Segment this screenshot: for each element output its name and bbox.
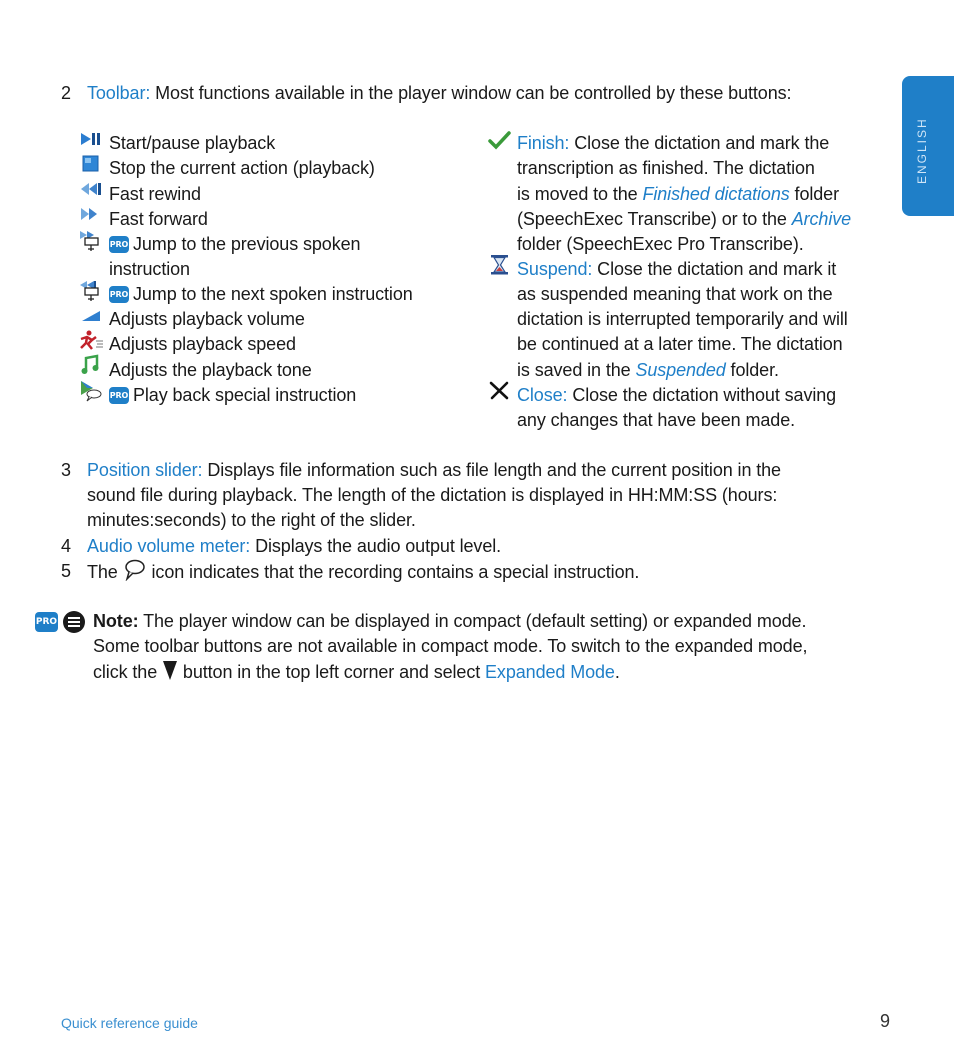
- language-tab[interactable]: ENGLISH: [902, 76, 954, 216]
- button-desc-jump-next: PRO Jump to the next spoken instruction: [109, 284, 413, 304]
- play-special-instruction-icon: [81, 381, 102, 402]
- suspend-description-line4: be continued at a later time. The dictat…: [517, 334, 843, 354]
- jump-previous-instruction-icon: [80, 231, 99, 251]
- archive-folder-link: Archive: [791, 209, 852, 229]
- item-number: 2: [61, 83, 72, 103]
- suspend-description-line2: as suspended meaning that work on the: [517, 284, 833, 304]
- finish-description-line1: Finish: Close the dictation and mark the: [517, 133, 830, 153]
- speed-icon: [80, 330, 103, 350]
- position-slider-term: Position slider:: [87, 460, 203, 480]
- button-desc-fast-rewind: Fast rewind: [109, 184, 201, 204]
- special-instruction-description: The icon indicates that the recording co…: [87, 559, 639, 585]
- button-desc-jump-previous-cont: instruction: [109, 259, 190, 279]
- close-description-line2: any changes that have been made.: [517, 410, 796, 430]
- finish-description-line3: is moved to the Finished dictations fold…: [517, 184, 839, 204]
- position-slider-description-line1: Position slider: Displays file informati…: [87, 460, 781, 480]
- toolbar-term: Toolbar:: [87, 83, 151, 103]
- button-desc-fast-forward: Fast forward: [109, 209, 208, 229]
- tone-icon: [81, 354, 99, 374]
- finish-description-line5: folder (SpeechExec Pro Transcribe).: [517, 234, 804, 254]
- button-desc-start-pause: Start/pause playback: [109, 133, 276, 153]
- pro-badge: PRO: [109, 387, 129, 404]
- start-pause-icon: [81, 133, 100, 145]
- finish-description-line2: transcription as finished. The dictation: [517, 158, 815, 178]
- pro-badge: PRO: [109, 236, 129, 253]
- speech-bubble-icon: [124, 559, 145, 581]
- finish-checkmark-icon: [488, 131, 511, 150]
- suspend-description-line1: Suspend: Close the dictation and mark it: [517, 259, 837, 279]
- note-icon: [63, 611, 85, 633]
- dropdown-triangle-icon: [163, 661, 178, 680]
- close-term: Close:: [517, 385, 568, 405]
- button-desc-tone: Adjusts the playback tone: [109, 360, 312, 380]
- finish-term: Finish:: [517, 133, 570, 153]
- expanded-mode-link: Expanded Mode: [485, 662, 615, 682]
- item-number: 4: [61, 536, 72, 556]
- suspended-folder-link: Suspended: [635, 360, 726, 380]
- language-tab-label: ENGLISH: [915, 117, 929, 184]
- pro-badge: PRO: [109, 286, 129, 303]
- page-number: 9: [880, 1011, 891, 1031]
- volume-icon: [82, 311, 100, 321]
- footer-guide-label: Quick reference guide: [61, 1015, 198, 1031]
- note-label: Note:: [93, 611, 139, 631]
- position-slider-description-line3: minutes:seconds) to the right of the sli…: [87, 510, 416, 530]
- note-line2: Some toolbar buttons are not available i…: [93, 636, 808, 656]
- audio-volume-meter-description: Audio volume meter: Displays the audio o…: [87, 536, 502, 556]
- suspend-hourglass-icon: [491, 255, 508, 275]
- toolbar-description: Toolbar: Most functions available in the…: [87, 83, 792, 103]
- pro-badge: PRO: [35, 612, 58, 632]
- position-slider-description-line2: sound file during playback. The length o…: [87, 485, 778, 505]
- note-line1: Note: The player window can be displayed…: [93, 611, 807, 631]
- suspend-description-line5: is saved in the Suspended folder.: [517, 360, 779, 380]
- button-desc-speed: Adjusts playback speed: [109, 334, 296, 354]
- finish-description-line4: (SpeechExec Transcribe) or to the Archiv…: [517, 209, 852, 229]
- finished-dictations-folder-link: Finished dictations: [642, 184, 790, 204]
- suspend-term: Suspend:: [517, 259, 593, 279]
- item-number: 5: [61, 561, 72, 581]
- button-desc-jump-previous: PRO Jump to the previous spoken: [109, 234, 361, 254]
- button-desc-stop: Stop the current action (playback): [109, 158, 375, 178]
- fast-forward-icon: [81, 208, 97, 220]
- close-x-icon: [489, 381, 509, 400]
- button-desc-volume: Adjusts playback volume: [109, 309, 305, 329]
- item-number: 3: [61, 460, 72, 480]
- button-desc-play-special: PRO Play back special instruction: [109, 385, 357, 405]
- fast-rewind-icon: [81, 183, 101, 195]
- audio-volume-meter-term: Audio volume meter:: [87, 536, 251, 556]
- stop-icon: [82, 155, 99, 172]
- close-description-line1: Close: Close the dictation without savin…: [517, 385, 837, 405]
- suspend-description-line3: dictation is interrupted temporarily and…: [517, 309, 848, 329]
- jump-next-instruction-icon: [80, 281, 99, 301]
- note-line3: click the button in the top left corner …: [93, 659, 620, 685]
